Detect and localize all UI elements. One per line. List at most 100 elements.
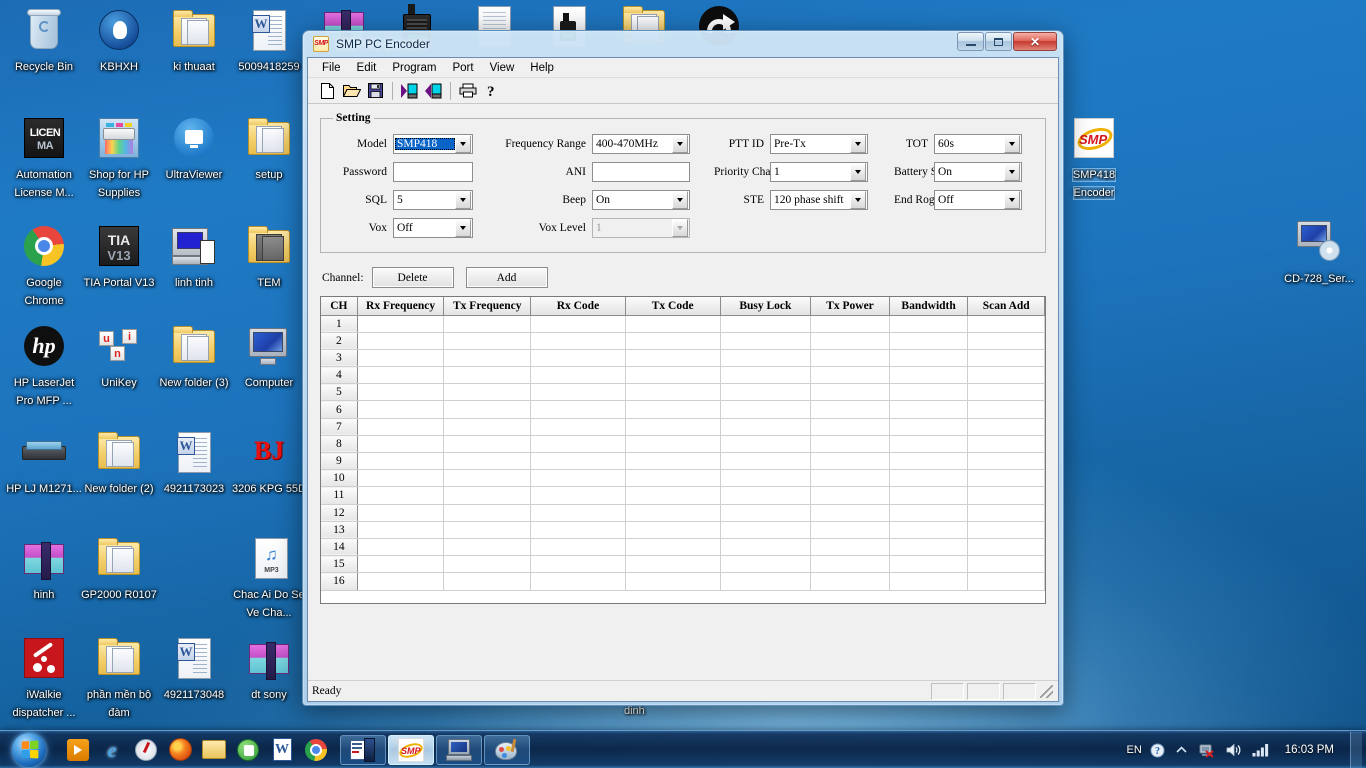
cell-scan-add[interactable] <box>968 453 1045 470</box>
cell-tx-frequency[interactable] <box>444 332 531 349</box>
column-header-rx-frequency[interactable]: Rx Frequency <box>357 297 444 315</box>
table-row[interactable]: 10 <box>321 470 1045 487</box>
field-end-roger[interactable]: End Roger Off <box>894 190 1022 210</box>
cell-tx-code[interactable] <box>625 470 720 487</box>
read-from-radio-button[interactable] <box>398 80 421 102</box>
maximize-button[interactable] <box>985 32 1012 51</box>
ste-combo[interactable]: 120 phase shift <box>770 190 868 210</box>
cell-rx-frequency[interactable] <box>357 556 444 573</box>
chevron-down-icon[interactable] <box>672 135 688 153</box>
cell-rx-frequency[interactable] <box>357 332 444 349</box>
cell-tx-code[interactable] <box>625 435 720 452</box>
cell-rx-code[interactable] <box>531 470 626 487</box>
language-indicator[interactable]: EN <box>1126 744 1141 756</box>
ani-input-field[interactable] <box>593 163 689 181</box>
cell-tx-code[interactable] <box>625 504 720 521</box>
channel-table-body[interactable]: 12345678910111213141516 <box>321 315 1045 590</box>
cell-busy-lock[interactable] <box>720 453 811 470</box>
open-file-button[interactable] <box>340 80 363 102</box>
cell-scan-add[interactable] <box>968 315 1045 332</box>
cell-bandwidth[interactable] <box>889 418 968 435</box>
write-to-radio-button[interactable] <box>422 80 445 102</box>
cell-scan-add[interactable] <box>968 349 1045 366</box>
menu-item-edit[interactable]: Edit <box>349 60 385 76</box>
taskbar-clock[interactable]: 16:03 PM <box>1277 744 1342 756</box>
cell-scan-add[interactable] <box>968 401 1045 418</box>
desktop-icon-hinh[interactable]: hinh <box>6 534 82 603</box>
desktop-icon-tem[interactable]: TEM <box>231 222 307 291</box>
cell-tx-code[interactable] <box>625 453 720 470</box>
chevron-down-icon[interactable] <box>672 191 688 209</box>
cell-bandwidth[interactable] <box>889 538 968 555</box>
menu-item-port[interactable]: Port <box>444 60 481 76</box>
cell-busy-lock[interactable] <box>720 573 811 590</box>
desktop-icon-3206-kpg-55d[interactable]: BJ3206 KPG 55D <box>231 428 307 497</box>
window-controls[interactable]: ✕ <box>957 32 1057 51</box>
chevron-down-icon[interactable] <box>850 191 866 209</box>
taskbar-button-paint[interactable] <box>484 735 530 765</box>
cell-tx-power[interactable] <box>811 418 890 435</box>
table-row[interactable]: 15 <box>321 556 1045 573</box>
desktop-icon-computer[interactable]: Computer <box>231 322 307 391</box>
menu-item-file[interactable]: File <box>314 60 349 76</box>
cell-bandwidth[interactable] <box>889 521 968 538</box>
field-vox[interactable]: Vox Off <box>331 218 473 238</box>
field-priority-channel[interactable]: Priority Channel 1 <box>714 162 868 182</box>
cell-scan-add[interactable] <box>968 504 1045 521</box>
cell-rx-frequency[interactable] <box>357 435 444 452</box>
cell-rx-code[interactable] <box>531 349 626 366</box>
cell-tx-code[interactable] <box>625 521 720 538</box>
delete-channel-button[interactable]: Delete <box>372 267 454 288</box>
print-button[interactable] <box>456 80 479 102</box>
menu-item-view[interactable]: View <box>482 60 523 76</box>
column-header-ch[interactable]: CH <box>321 297 357 315</box>
smp-pc-encoder-window[interactable]: SMP SMP PC Encoder ✕ FileEditProgramPort… <box>302 30 1064 706</box>
cell-bandwidth[interactable] <box>889 435 968 452</box>
cell-tx-code[interactable] <box>625 573 720 590</box>
cell-tx-frequency[interactable] <box>444 573 531 590</box>
new-document-button[interactable] <box>316 80 339 102</box>
table-row[interactable]: 1 <box>321 315 1045 332</box>
desktop-icon-automation-license-m[interactable]: LICENMAAutomation License M... <box>6 114 82 201</box>
cell-tx-power[interactable] <box>811 332 890 349</box>
end-roger-combo[interactable]: Off <box>934 190 1022 210</box>
field-sql[interactable]: SQL 5 <box>331 190 473 210</box>
column-header-tx-power[interactable]: Tx Power <box>811 297 890 315</box>
cell-tx-power[interactable] <box>811 470 890 487</box>
cell-rx-code[interactable] <box>531 384 626 401</box>
cell-tx-power[interactable] <box>811 315 890 332</box>
desktop-icon-smp418-encoder[interactable]: SMPSMP418 Encoder <box>1056 114 1132 201</box>
action-center-icon[interactable]: ? <box>1148 735 1167 765</box>
field-ptt-id[interactable]: PTT ID Pre-Tx <box>714 134 868 154</box>
about-button[interactable]: ? <box>480 80 503 102</box>
cell-busy-lock[interactable] <box>720 418 811 435</box>
cell-scan-add[interactable] <box>968 521 1045 538</box>
cell-rx-frequency[interactable] <box>357 401 444 418</box>
tot-combo[interactable]: 60s <box>934 134 1022 154</box>
cell-scan-add[interactable] <box>968 418 1045 435</box>
cell-busy-lock[interactable] <box>720 521 811 538</box>
taskbar-button-smp-logo[interactable]: SMP <box>388 735 434 765</box>
cell-tx-code[interactable] <box>625 384 720 401</box>
cell-bandwidth[interactable] <box>889 332 968 349</box>
cell-tx-frequency[interactable] <box>444 504 531 521</box>
desktop-icon-shop-for-hp-supplies[interactable]: Shop for HP Supplies <box>81 114 157 201</box>
column-header-tx-code[interactable]: Tx Code <box>625 297 720 315</box>
cell-rx-code[interactable] <box>531 521 626 538</box>
column-header-bandwidth[interactable]: Bandwidth <box>889 297 968 315</box>
cell-tx-code[interactable] <box>625 418 720 435</box>
window-titlebar[interactable]: SMP SMP PC Encoder ✕ <box>307 31 1059 57</box>
ani-input[interactable] <box>592 162 690 182</box>
table-row[interactable]: 12 <box>321 504 1045 521</box>
desktop-icon-kbhxh[interactable]: KBHXH <box>81 6 157 75</box>
quicklaunch-nod32-antivirus-icon[interactable] <box>130 735 162 765</box>
desktop-icon-unikey[interactable]: uinUniKey <box>81 322 157 391</box>
channel-grid[interactable]: CHRx FrequencyTx FrequencyRx CodeTx Code… <box>320 296 1046 604</box>
cell-rx-code[interactable] <box>531 435 626 452</box>
close-button[interactable]: ✕ <box>1013 32 1057 51</box>
cell-tx-power[interactable] <box>811 521 890 538</box>
table-row[interactable]: 5 <box>321 384 1045 401</box>
password-input[interactable] <box>393 162 473 182</box>
desktop[interactable]: Recycle BinKBHXHki thuaatW5009418259LICE… <box>0 0 1366 768</box>
cell-bandwidth[interactable] <box>889 315 968 332</box>
